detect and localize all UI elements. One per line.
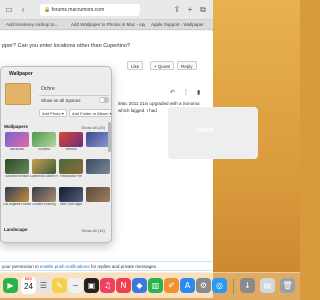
- back-icon[interactable]: ‹: [18, 5, 28, 15]
- sidebar-icon[interactable]: ▭: [4, 5, 14, 15]
- attachment-icon[interactable]: ▮: [197, 89, 200, 96]
- wallpaper-thumbnail[interactable]: [86, 159, 110, 174]
- numbers-icon[interactable]: ▥: [148, 278, 163, 293]
- add-photo-label: Add Photo: [42, 111, 61, 116]
- tab-strip: Add Monterey Airdrop to... Add Wallpaper…: [0, 20, 213, 30]
- app-store-icon[interactable]: A: [180, 278, 195, 293]
- tab-photos[interactable]: Add Wallpaper to Photos in Mac - Apple S…: [65, 21, 145, 29]
- downloads-icon[interactable]: ↓: [240, 278, 255, 293]
- reminders-icon[interactable]: ☰: [36, 278, 51, 293]
- dock-separator: [233, 279, 234, 294]
- current-wallpaper-name: Ochre: [41, 86, 55, 92]
- divider: [39, 95, 109, 96]
- keynote-icon[interactable]: ◆: [132, 278, 147, 293]
- wallpaper-thumbnail[interactable]: [5, 187, 29, 202]
- dock: DEC 24 ▶ ☰ ✎ ~ ▣ ♫ N ◆ ▥ ✐ A ⚙ ◎ ↓ ▤ 🗑: [0, 272, 300, 300]
- system-settings-icon[interactable]: ⚙: [196, 278, 211, 293]
- wallpaper-thumbnail-label: New York Night: [60, 203, 82, 206]
- wallpaper-thumbnail[interactable]: [86, 132, 110, 147]
- music-icon[interactable]: ♫: [100, 278, 115, 293]
- tv-icon[interactable]: ▣: [84, 278, 99, 293]
- wallpaper-settings-panel: Wallpaper Ochre Show on all Spaces Add P…: [0, 66, 112, 243]
- trash-icon[interactable]: 🗑: [280, 278, 295, 293]
- wallpaper-thumbnail[interactable]: [32, 159, 56, 174]
- news-icon[interactable]: N: [116, 278, 131, 293]
- panel-title: Wallpaper: [9, 71, 33, 77]
- more-icon[interactable]: ⋮: [183, 89, 189, 96]
- wallpaper-thumbnail[interactable]: [5, 159, 29, 174]
- wallpaper-thumbnail-label: Ventura: [65, 148, 77, 151]
- notification-text: your permission to enable push notificat…: [2, 264, 157, 269]
- current-wallpaper-preview: [5, 83, 31, 105]
- notification-suffix: for replies and private messages.: [90, 264, 158, 269]
- calendar-icon[interactable]: DEC 24: [21, 277, 36, 294]
- tab-apple-support[interactable]: Apple Support - Wallpaper: [145, 21, 213, 29]
- show-all-spaces-toggle[interactable]: [99, 97, 109, 103]
- unavailable-text: ilable: [196, 127, 214, 134]
- notification-bar: your permission to enable push notificat…: [0, 261, 213, 271]
- reply-button[interactable]: Reply: [177, 61, 197, 70]
- add-photo-button[interactable]: Add Photo ▾: [39, 109, 67, 117]
- notes-icon[interactable]: ✎: [52, 278, 67, 293]
- wallpaper-thumbnail[interactable]: [59, 132, 83, 147]
- url-text: forums.macrumors.com: [51, 7, 105, 13]
- calendar-day: 24: [24, 282, 33, 291]
- wallpaper-thumbnail-label: Los Angeles Evening: [3, 203, 31, 206]
- share-icon[interactable]: ⇪: [172, 5, 182, 15]
- tab-overview-icon[interactable]: ⧉: [198, 5, 208, 15]
- wallpaper-thumbnail[interactable]: [86, 187, 110, 202]
- wallpaper-thumbnail-label: California Golden Hour: [30, 175, 58, 178]
- scrollbar[interactable]: [108, 122, 111, 152]
- wallpaper-thumbnail[interactable]: [32, 187, 56, 202]
- landscape-section-title: Landscape: [4, 227, 28, 232]
- lock-icon: 🔒: [44, 7, 51, 13]
- media-unavailable-box: ilable: [168, 107, 258, 159]
- wallpaper-thumbnail-label: Sonoma Horizon: [5, 175, 29, 178]
- wallpaper-thumbnail-label: Macintosh: [9, 148, 25, 151]
- show-all-link[interactable]: Show All (25): [81, 125, 105, 130]
- browser-toolbar: ▭ ‹ 🔒 forums.macrumors.com ⇪ + ⧉: [0, 0, 213, 20]
- wallpaper-thumbnail-label: Redwoods Fire: [60, 175, 82, 178]
- new-tab-icon[interactable]: +: [185, 5, 195, 15]
- pages-icon[interactable]: ✐: [164, 278, 179, 293]
- notification-prefix: your permission to: [2, 264, 39, 269]
- undo-icon[interactable]: ↶: [170, 89, 175, 96]
- freeform-icon[interactable]: ~: [68, 278, 83, 293]
- safari-icon[interactable]: ◎: [212, 278, 227, 293]
- facetime-icon[interactable]: ▶: [3, 278, 18, 293]
- address-bar[interactable]: 🔒 forums.macrumors.com: [40, 4, 140, 16]
- add-folder-label: Add Folder or Album: [72, 111, 109, 116]
- wallpapers-section-title: Wallpapers: [4, 124, 28, 129]
- wallpaper-thumbnail[interactable]: [59, 159, 83, 174]
- thread-title: pper? Can you enter locations other than…: [2, 43, 131, 49]
- show-all-spaces-label: Show on all Spaces: [41, 98, 81, 103]
- wallpaper-thumbnail[interactable]: [5, 132, 29, 147]
- show-all-link-2[interactable]: Show All (12): [81, 228, 105, 233]
- folder-icon[interactable]: ▤: [260, 278, 275, 293]
- tab-airdrop[interactable]: Add Monterey Airdrop to...: [0, 21, 65, 29]
- wallpaper-thumbnail[interactable]: [32, 132, 56, 147]
- wallpaper-thumbnail[interactable]: [59, 187, 83, 202]
- quote-button[interactable]: + Quote: [150, 61, 175, 70]
- add-folder-button[interactable]: Add Folder or Album ▾: [69, 109, 111, 117]
- enable-notifications-link[interactable]: enable push notifications: [40, 264, 90, 269]
- wallpaper-thumbnail-label: London Evening: [32, 203, 56, 206]
- like-button[interactable]: Like: [127, 61, 144, 70]
- wallpaper-thumbnail-label: Sonoma: [38, 148, 50, 151]
